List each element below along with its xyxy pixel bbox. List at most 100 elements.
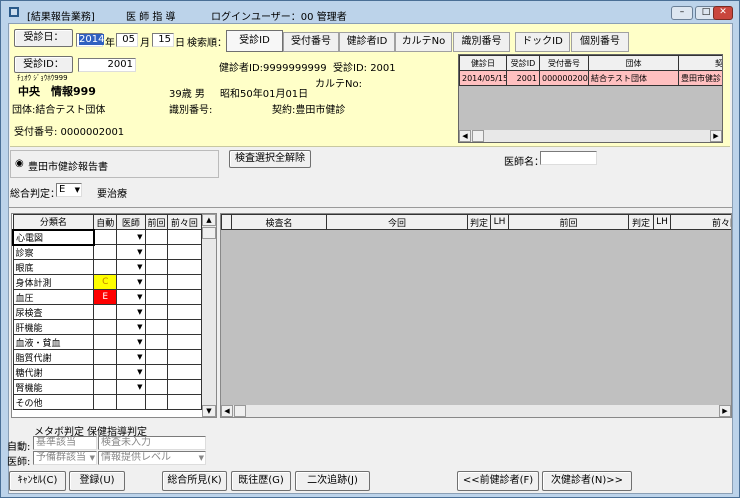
app-icon xyxy=(9,7,19,17)
doctor-metabo-select[interactable]: 予備群該当 ▼ xyxy=(33,451,97,465)
doctor-judgement-select[interactable]: ▼ xyxy=(116,319,146,335)
category-name: その他 xyxy=(12,394,95,410)
col-header: 自動 xyxy=(93,214,118,230)
patient-kana: ﾁｭｵｳ ｼﾞｮｳﾎｳ999 xyxy=(17,74,68,82)
doctor-judgement-select[interactable]: ▼ xyxy=(116,244,146,260)
day-input[interactable]: 15 xyxy=(152,33,174,47)
table-row[interactable]: 血圧 E ▼ xyxy=(12,289,203,305)
chevron-down-icon: ▼ xyxy=(137,278,143,286)
tab-dock-id[interactable]: ドックID xyxy=(515,32,570,52)
table-row[interactable]: 血液・貧血 ▼ xyxy=(12,334,203,350)
tab-visit-id[interactable]: 受診ID xyxy=(226,30,283,52)
doctor-judgement-select[interactable]: ▼ xyxy=(116,274,146,290)
before-previous-judgement xyxy=(166,304,203,320)
scroll-thumb[interactable] xyxy=(472,130,484,142)
before-previous-judgement xyxy=(166,334,203,350)
table-row[interactable]: 尿検査 ▼ xyxy=(12,304,203,320)
table-row[interactable]: 身体計測 C ▼ xyxy=(12,274,203,290)
next-examinee-button[interactable]: 次健診者(N)>> xyxy=(542,471,632,491)
scroll-thumb[interactable] xyxy=(234,405,246,417)
cancel-button[interactable]: ｷｬﾝｾﾙ(C) xyxy=(9,471,66,491)
scroll-down-icon[interactable]: ▼ xyxy=(202,405,216,417)
doctor-guidance-select[interactable]: 情報提供レベル ▼ xyxy=(98,451,206,465)
visit-id-input[interactable]: 2001 xyxy=(78,58,136,72)
table-row[interactable]: 肝機能 ▼ xyxy=(12,319,203,335)
scroll-left-icon[interactable]: ◀ xyxy=(459,130,471,142)
doctor-name-input[interactable] xyxy=(540,151,597,165)
tab-chart-no[interactable]: カルテNo xyxy=(395,32,452,52)
scroll-left-icon[interactable]: ◀ xyxy=(221,405,233,417)
visit-id-button[interactable]: 受診ID： xyxy=(14,56,73,73)
chevron-down-icon: ▼ xyxy=(137,293,143,301)
auto-guidance-field[interactable]: 検査未入力 xyxy=(98,436,206,450)
scroll-thumb[interactable] xyxy=(202,227,216,239)
chevron-down-icon: ▼ xyxy=(89,454,95,462)
tab-ident-no[interactable]: 識別番号 xyxy=(453,32,510,52)
chevron-down-icon: ▼ xyxy=(137,233,143,241)
month-input[interactable]: 05 xyxy=(116,33,138,47)
medical-history-button[interactable]: 既往歴(G) xyxy=(231,471,291,491)
overall-findings-button[interactable]: 総合所見(K) xyxy=(162,471,227,491)
auto-metabo-field[interactable]: 基準該当 xyxy=(33,436,97,450)
register-button[interactable]: 登録(U) xyxy=(69,471,125,491)
tab-examinee-id[interactable]: 健診者ID xyxy=(339,32,395,52)
doctor-judgement-select[interactable]: ▼ xyxy=(116,379,146,395)
close-button[interactable]: ✕ xyxy=(713,6,733,20)
doctor-judgement-select[interactable]: ▼ xyxy=(116,364,146,380)
col-header: 健診日 xyxy=(459,55,507,71)
col-header: LH xyxy=(490,214,509,230)
previous-judgement xyxy=(144,289,168,305)
auto-label: 自動: xyxy=(7,442,31,453)
doctor-judgement-select[interactable]: ▼ xyxy=(116,349,146,365)
table-row[interactable]: 診察 ▼ xyxy=(12,244,203,260)
before-previous-judgement xyxy=(166,364,203,380)
vertical-scrollbar[interactable]: ▲ ▼ xyxy=(202,214,216,417)
horizontal-scrollbar[interactable]: ◀ ▶ xyxy=(221,405,731,417)
previous-judgement xyxy=(144,364,168,380)
scroll-right-icon[interactable]: ▶ xyxy=(719,405,731,417)
patient-name: 中央 情報999 xyxy=(18,85,96,98)
chevron-down-icon: ▼ xyxy=(137,263,143,271)
doctor-judgement-select[interactable]: ▼ xyxy=(116,334,146,350)
followup-button[interactable]: 二次追跡(J) xyxy=(295,471,370,491)
chevron-down-icon: ▼ xyxy=(137,383,143,391)
doctor-judgement-select[interactable]: ▼ xyxy=(116,259,146,275)
day-label: 日 xyxy=(175,38,185,49)
table-row[interactable]: その他 xyxy=(12,394,203,410)
doctor-judgement-select[interactable]: ▼ xyxy=(116,304,146,320)
minimize-button[interactable]: – xyxy=(671,6,693,20)
year-input[interactable]: 2014 xyxy=(76,33,105,47)
auto-judgement xyxy=(93,244,118,260)
report-radio-label[interactable]: 豊田市健診報告書 xyxy=(28,158,108,173)
radio-icon[interactable]: ◉ xyxy=(15,158,24,169)
table-row[interactable]: 脂質代謝 ▼ xyxy=(12,349,203,365)
clear-selection-button[interactable]: 検査選択全解除 xyxy=(229,150,311,168)
doctor-judgement-select[interactable]: ▼ xyxy=(116,229,146,245)
category-name: 糖代謝 xyxy=(12,364,95,380)
category-name: 身体計測 xyxy=(12,274,95,290)
horizontal-scrollbar[interactable]: ◀ ▶ xyxy=(459,130,722,142)
category-grid: 分類名 自動 医師 前回 前々回 心電図 ▼ 診察 ▼ 眼底 ▼ 身体計測 C ▼ 血圧 E ▼ 尿検査… xyxy=(11,213,217,418)
tab-receipt-no[interactable]: 受付番号 xyxy=(283,32,339,52)
table-row[interactable]: 2014/05/15 2001 0000002001 結合テスト団体 豊田市健診 xyxy=(459,70,722,86)
table-row[interactable]: 腎機能 ▼ xyxy=(12,379,203,395)
col-header: 医師 xyxy=(116,214,146,230)
examinee-id: 健診者ID:9999999999 xyxy=(219,63,327,74)
previous-judgement xyxy=(144,304,168,320)
table-row[interactable]: 眼底 ▼ xyxy=(12,259,203,275)
year-label: 年 xyxy=(105,38,115,49)
birth-date: 昭和50年01月01日 xyxy=(220,89,309,100)
window-mode: 医 師 指 導 xyxy=(126,12,176,23)
category-name: 脂質代謝 xyxy=(12,349,95,365)
table-row[interactable]: 心電図 ▼ xyxy=(12,228,203,246)
tab-individual-no[interactable]: 個別番号 xyxy=(571,32,629,52)
previous-examinee-button[interactable]: <<前健診者(F) xyxy=(457,471,539,491)
col-header: 判定 xyxy=(628,214,654,230)
scroll-up-icon[interactable]: ▲ xyxy=(202,214,216,226)
table-row[interactable]: 糖代謝 ▼ xyxy=(12,364,203,380)
scroll-right-icon[interactable]: ▶ xyxy=(710,130,722,142)
visit-date-button[interactable]: 受診日： xyxy=(14,29,73,47)
doctor-judgement-select[interactable] xyxy=(116,394,146,410)
overall-judgement-select[interactable]: E ▼ xyxy=(56,183,82,197)
doctor-judgement-select[interactable]: ▼ xyxy=(116,289,146,305)
